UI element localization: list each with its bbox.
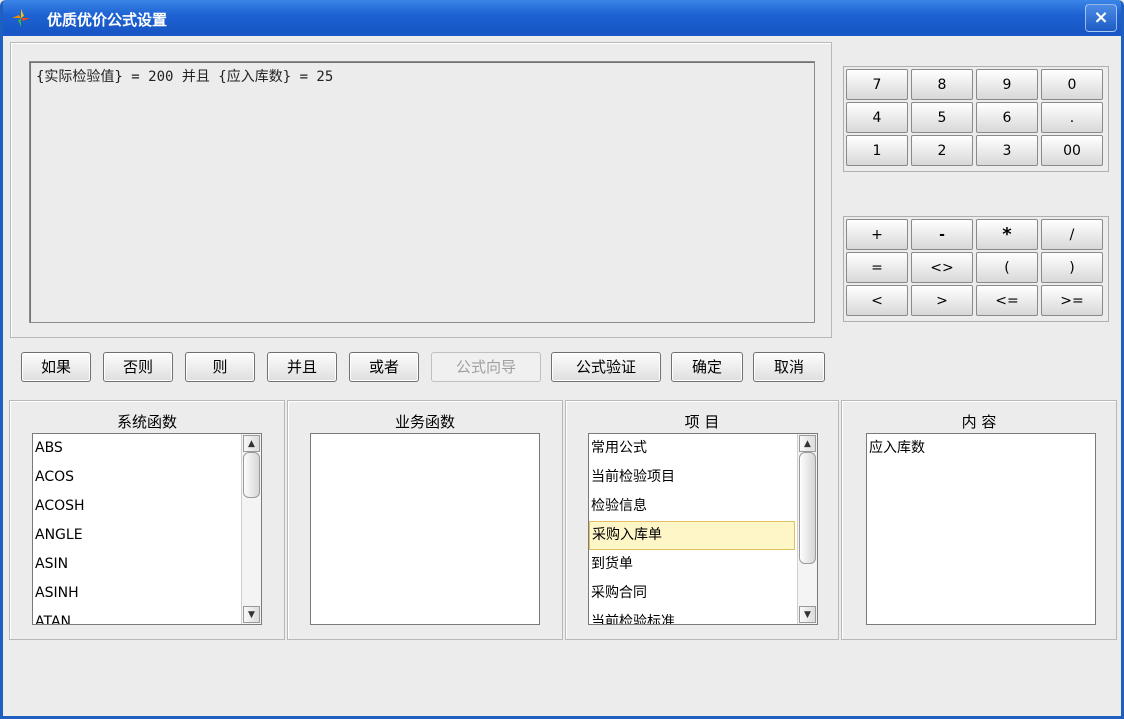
list-item[interactable]: ASIN (33, 550, 261, 579)
scroll-thumb[interactable] (799, 452, 816, 564)
key-minus[interactable]: - (911, 219, 973, 250)
formula-validate-button[interactable]: 公式验证 (551, 352, 661, 382)
key-1[interactable]: 1 (846, 135, 908, 166)
key-multiply[interactable]: * (976, 219, 1038, 250)
system-functions-panel: 系统函数 ABS ACOS ACOSH ANGLE ASIN ASINH ATA… (9, 400, 285, 640)
list-item[interactable]: ASINH (33, 579, 261, 608)
system-functions-title: 系统函数 (116, 413, 177, 431)
close-button[interactable]: × (1085, 4, 1117, 32)
number-keypad: 7 8 9 0 4 5 6 . 1 2 3 00 (843, 66, 1109, 172)
list-item[interactable]: ANGLE (33, 521, 261, 550)
key-2[interactable]: 2 (911, 135, 973, 166)
key-7[interactable]: 7 (846, 69, 908, 100)
key-0[interactable]: 0 (1041, 69, 1103, 100)
list-item[interactable]: ACOS (33, 463, 261, 492)
key-3[interactable]: 3 (976, 135, 1038, 166)
list-item[interactable]: 应入库数 (867, 434, 1095, 463)
key-plus[interactable]: + (846, 219, 908, 250)
business-functions-panel: 业务函数 (287, 400, 563, 640)
list-item[interactable]: 当前检验项目 (589, 463, 817, 492)
key-less-than[interactable]: < (846, 285, 908, 316)
list-item[interactable]: ACOSH (33, 492, 261, 521)
content-list[interactable]: 应入库数 (866, 433, 1096, 625)
arrow-up-icon[interactable]: ▲ (243, 435, 260, 452)
else-button[interactable]: 否则 (103, 352, 173, 382)
window-title: 优质优价公式设置 (47, 11, 168, 29)
formula-editor[interactable]: {实际检验值} = 200 并且 {应入库数} = 25 (29, 61, 815, 323)
scrollbar[interactable]: ▲ ▼ (797, 434, 817, 624)
key-divide[interactable]: / (1041, 219, 1103, 250)
operator-keypad: + - * / = <> ( ) < > <= >= (843, 216, 1109, 322)
system-functions-list[interactable]: ABS ACOS ACOSH ANGLE ASIN ASINH ATAN ▲ ▼ (32, 433, 262, 625)
app-logo-icon (12, 9, 30, 27)
key-9[interactable]: 9 (976, 69, 1038, 100)
key-less-equal[interactable]: <= (976, 285, 1038, 316)
list-item[interactable]: ATAN (33, 608, 261, 624)
key-greater-than[interactable]: > (911, 285, 973, 316)
key-4[interactable]: 4 (846, 102, 908, 133)
confirm-button[interactable]: 确定 (671, 352, 743, 382)
scrollbar[interactable]: ▲ ▼ (241, 434, 261, 624)
list-item-selected[interactable]: 采购入库单 (589, 521, 795, 550)
key-close-paren[interactable]: ) (1041, 252, 1103, 283)
key-greater-equal[interactable]: >= (1041, 285, 1103, 316)
cancel-button[interactable]: 取消 (753, 352, 825, 382)
key-not-equal[interactable]: <> (911, 252, 973, 283)
scroll-thumb[interactable] (243, 452, 260, 498)
content-panel: 内 容 应入库数 (841, 400, 1117, 640)
key-dot[interactable]: . (1041, 102, 1103, 133)
list-item[interactable]: 常用公式 (589, 434, 817, 463)
list-item[interactable]: 当前检验标准 (589, 608, 817, 624)
title-bar[interactable]: 优质优价公式设置 × (3, 0, 1121, 36)
key-equals[interactable]: = (846, 252, 908, 283)
and-button[interactable]: 并且 (267, 352, 337, 382)
formula-wizard-button[interactable]: 公式向导 (431, 352, 541, 382)
business-functions-list[interactable] (310, 433, 540, 625)
arrow-up-icon[interactable]: ▲ (799, 435, 816, 452)
project-title: 项 目 (684, 413, 720, 431)
formula-settings-window: 优质优价公式设置 × {实际检验值} = 200 并且 {应入库数} = 25 … (0, 0, 1124, 719)
business-functions-title: 业务函数 (394, 413, 455, 431)
close-icon: × (1093, 7, 1109, 28)
then-button[interactable]: 则 (185, 352, 255, 382)
key-6[interactable]: 6 (976, 102, 1038, 133)
list-item[interactable]: 到货单 (589, 550, 817, 579)
or-button[interactable]: 或者 (349, 352, 419, 382)
key-open-paren[interactable]: ( (976, 252, 1038, 283)
key-5[interactable]: 5 (911, 102, 973, 133)
if-button[interactable]: 如果 (21, 352, 91, 382)
key-8[interactable]: 8 (911, 69, 973, 100)
list-item[interactable]: 采购合同 (589, 579, 817, 608)
list-item[interactable]: ABS (33, 434, 261, 463)
arrow-down-icon[interactable]: ▼ (799, 606, 816, 623)
content-title: 内 容 (961, 413, 997, 431)
arrow-down-icon[interactable]: ▼ (243, 606, 260, 623)
key-00[interactable]: 00 (1041, 135, 1103, 166)
formula-panel: {实际检验值} = 200 并且 {应入库数} = 25 (10, 42, 832, 338)
project-list[interactable]: 常用公式 当前检验项目 检验信息 采购入库单 到货单 采购合同 当前检验标准 ▲… (588, 433, 818, 625)
list-item[interactable]: 检验信息 (589, 492, 817, 521)
project-panel: 项 目 常用公式 当前检验项目 检验信息 采购入库单 到货单 采购合同 当前检验… (565, 400, 839, 640)
